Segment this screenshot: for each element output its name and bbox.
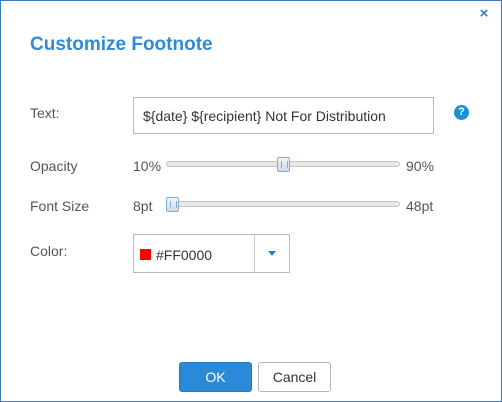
opacity-max-label: 90% [406,158,435,174]
help-icon[interactable]: ? [454,105,469,120]
font-size-slider-track[interactable] [166,201,400,207]
dialog-title: Customize Footnote [30,34,213,55]
ok-button[interactable]: OK [179,362,252,392]
color-picker[interactable]: #FF0000 [133,234,290,273]
customize-footnote-dialog: × Customize Footnote Text: ? Opacity 10%… [0,0,502,402]
close-icon[interactable]: × [477,6,491,21]
opacity-slider[interactable] [166,157,400,172]
opacity-slider-thumb[interactable] [277,157,290,172]
font-size-label: Font Size [30,198,90,214]
font-size-slider-thumb[interactable] [166,197,179,212]
text-label: Text: [30,105,60,121]
footnote-text-input[interactable] [133,97,434,134]
opacity-min-label: 10% [133,158,162,174]
opacity-label: Opacity [30,158,78,174]
font-size-max-label: 48pt [406,198,434,214]
color-value: #FF0000 [156,247,213,263]
chevron-down-icon [268,251,276,256]
color-label: Color: [30,243,68,259]
color-swatch [140,249,151,260]
cancel-button[interactable]: Cancel [258,362,331,392]
color-dropdown-button[interactable] [254,235,289,272]
font-size-min-label: 8pt [133,198,153,214]
font-size-slider[interactable] [166,197,400,212]
